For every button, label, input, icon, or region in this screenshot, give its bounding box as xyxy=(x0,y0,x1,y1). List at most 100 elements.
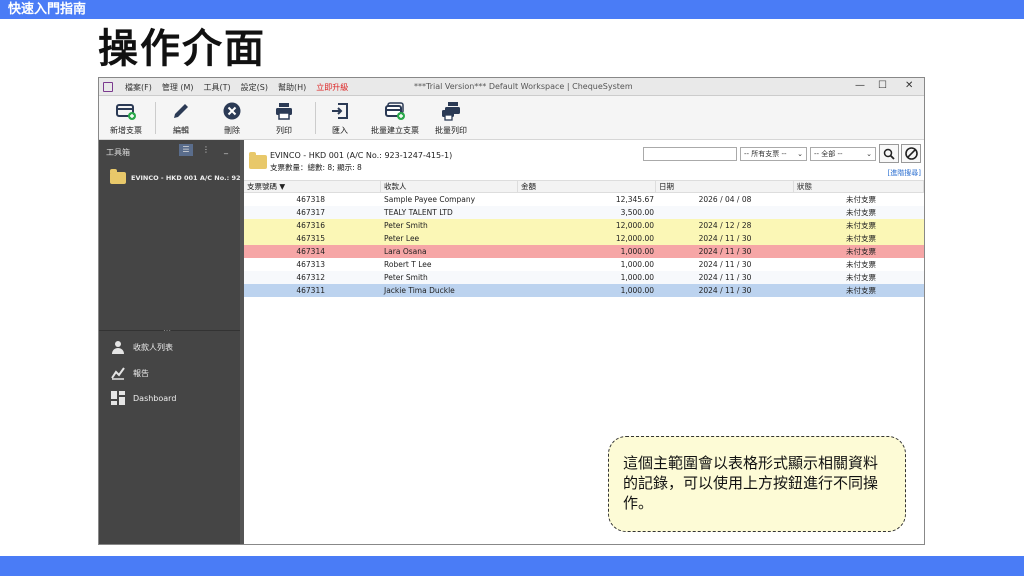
chevron-down-icon: ⌄ xyxy=(866,150,872,158)
delete-x-icon xyxy=(223,102,241,120)
printer-icon xyxy=(276,103,292,120)
table-header: 支票號碼 ▼ 收款人 金額 日期 狀態 xyxy=(244,180,924,193)
search-icon xyxy=(883,148,895,160)
payees-label: 收款人列表 xyxy=(133,342,173,352)
table-row[interactable]: 467316 Peter Smith 12,000.00 2024 / 12 / 28… xyxy=(244,219,924,232)
menu-manage[interactable]: 管理 (M) xyxy=(162,82,194,93)
dashboard-icon xyxy=(111,391,125,405)
batch-create-label: 批量建立支票 xyxy=(371,126,419,135)
close-button[interactable]: ✕ xyxy=(905,80,913,91)
cell-date: 2024 / 11 / 30 xyxy=(698,234,752,243)
import-label: 匯入 xyxy=(332,126,348,135)
menu-settings[interactable]: 設定(S) xyxy=(241,82,268,93)
search-input[interactable] xyxy=(643,147,737,161)
minimize-button[interactable]: — xyxy=(855,80,865,91)
cell-payee: TEALY TALENT LTD xyxy=(384,208,453,217)
status-filter-value: -- 全部 -- xyxy=(814,150,843,158)
advanced-search-link[interactable]: [進階搜尋] xyxy=(888,168,921,178)
cell-status: 未付支票 xyxy=(846,286,876,295)
table-row[interactable]: 467311 Jackie Tima Duckle 1,000.00 2024 / 1… xyxy=(244,284,924,297)
batch-print-label: 批量列印 xyxy=(435,126,467,135)
column-status[interactable]: 狀態 xyxy=(794,181,924,192)
clear-search-button[interactable] xyxy=(901,144,921,163)
cell-status: 未付支票 xyxy=(846,234,876,243)
search-button[interactable] xyxy=(879,144,899,163)
cell-payee: Robert T Lee xyxy=(384,260,432,269)
dashboard-label: Dashboard xyxy=(133,393,177,403)
user-icon xyxy=(112,341,124,354)
cheque-table: 支票號碼 ▼ 收款人 金額 日期 狀態 467318 Sample Payee C… xyxy=(244,180,924,297)
table-row[interactable]: 467315 Peter Lee 12,000.00 2024 / 11 / 30 未付… xyxy=(244,232,924,245)
more-icon[interactable]: ⋮ xyxy=(199,144,213,156)
sidebar-item-dashboard[interactable]: Dashboard xyxy=(111,391,176,405)
new-cheque-icon xyxy=(116,104,136,120)
pencil-icon xyxy=(174,104,188,118)
batch-create-button[interactable]: 批量建立支票 xyxy=(364,98,426,136)
cell-status: 未付支票 xyxy=(846,247,876,256)
print-button[interactable]: 列印 xyxy=(253,98,315,136)
sidebar: 工具箱 ☰ ⋮ _ EVINCO - HKD 001 A/C No.: 923-… xyxy=(99,140,252,544)
chart-icon xyxy=(111,367,125,380)
title-bar: 檔案(F) 管理 (M) 工具(T) 設定(S) 幫助(H) 立即升級 ***T… xyxy=(99,78,924,96)
resize-grip[interactable]: ⋯ xyxy=(163,326,171,335)
table-row[interactable]: 467314 Lara Osana 1,000.00 2024 / 11 / 30 未付… xyxy=(244,245,924,258)
table-row[interactable]: 467318 Sample Payee Company 12,345.67 2026 … xyxy=(244,193,924,206)
cell-date: 2024 / 11 / 30 xyxy=(698,260,752,269)
menu-file[interactable]: 檔案(F) xyxy=(125,82,152,93)
column-amount[interactable]: 金額 xyxy=(518,181,656,192)
status-filter-select[interactable]: -- 全部 -- ⌄ xyxy=(810,147,876,161)
cell-status: 未付支票 xyxy=(846,273,876,282)
callout-note: 這個主範圍會以表格形式顯示相關資料的記錄，可以使用上方按鈕進行不同操作。 xyxy=(608,436,906,532)
batch-cheque-icon xyxy=(385,102,405,120)
table-body: 467318 Sample Payee Company 12,345.67 2026 … xyxy=(244,193,924,297)
cell-date: 2026 / 04 / 08 xyxy=(698,195,752,204)
sidebar-item-account[interactable]: EVINCO - HKD 001 A/C No.: 923-1 xyxy=(110,169,252,184)
cell-payee: Lara Osana xyxy=(384,247,427,256)
cell-payee: Sample Payee Company xyxy=(384,195,476,204)
cell-amount: 1,000.00 xyxy=(620,260,654,269)
maximize-button[interactable]: ☐ xyxy=(878,80,887,91)
menu-upgrade[interactable]: 立即升級 xyxy=(316,82,348,93)
menu-tools[interactable]: 工具(T) xyxy=(204,82,231,93)
cell-payee: Peter Smith xyxy=(384,273,428,282)
import-button[interactable]: 匯入 xyxy=(309,98,371,136)
toolbar: 新增支票 編輯 刪除 列印 匯入 批量建立支票 批量列印 xyxy=(99,96,924,140)
delete-label: 刪除 xyxy=(224,126,240,135)
menu-help[interactable]: 幫助(H) xyxy=(278,82,306,93)
column-cheque-no[interactable]: 支票號碼 ▼ xyxy=(244,181,381,192)
cell-date: 2024 / 12 / 28 xyxy=(698,221,752,230)
sidebar-item-reports[interactable]: 報告 xyxy=(111,366,149,380)
cell-payee: Peter Smith xyxy=(384,221,428,230)
batch-print-button[interactable]: 批量列印 xyxy=(420,98,482,136)
table-row[interactable]: 467313 Robert T Lee 1,000.00 2024 / 11 / 30… xyxy=(244,258,924,271)
cheque-filter-select[interactable]: -- 所有支票 -- ⌄ xyxy=(740,147,807,161)
cell-amount: 12,345.67 xyxy=(615,195,654,204)
sidebar-tools: ☰ ⋮ _ xyxy=(179,144,233,156)
cell-payee: Peter Lee xyxy=(384,234,420,243)
table-row[interactable]: 467317 TEALY TALENT LTD 3,500.00 未付支票 xyxy=(244,206,924,219)
cell-amount: 1,000.00 xyxy=(620,247,654,256)
menu-bar: 檔案(F) 管理 (M) 工具(T) 設定(S) 幫助(H) 立即升級 xyxy=(125,82,348,93)
minimize-panel-icon[interactable]: _ xyxy=(219,144,233,156)
cell-amount: 1,000.00 xyxy=(620,286,654,295)
column-date[interactable]: 日期 xyxy=(656,181,794,192)
cell-no: 467316 xyxy=(296,221,325,230)
new-cheque-button[interactable]: 新增支票 xyxy=(99,98,157,136)
window-title: ***Trial Version*** Default Workspace | … xyxy=(414,82,633,91)
cell-no: 467314 xyxy=(296,247,325,256)
cell-status: 未付支票 xyxy=(846,260,876,269)
column-payee[interactable]: 收款人 xyxy=(381,181,518,192)
batch-printer-icon xyxy=(442,102,460,121)
cell-status: 未付支票 xyxy=(846,208,876,217)
cell-status: 未付支票 xyxy=(846,221,876,230)
cell-no: 467317 xyxy=(296,208,325,217)
import-icon xyxy=(332,103,348,119)
table-row[interactable]: 467312 Peter Smith 1,000.00 2024 / 11 / 30 未… xyxy=(244,271,924,284)
cell-date: 2024 / 11 / 30 xyxy=(698,247,752,256)
cell-date: 2024 / 11 / 30 xyxy=(698,273,752,282)
sidebar-item-payees[interactable]: 收款人列表 xyxy=(111,340,173,354)
list-view-icon[interactable]: ☰ xyxy=(179,144,193,156)
cell-date xyxy=(656,206,794,219)
cheque-count: 支票數量：總數: 8; 顯示: 8 xyxy=(270,163,362,172)
app-icon xyxy=(103,82,113,92)
